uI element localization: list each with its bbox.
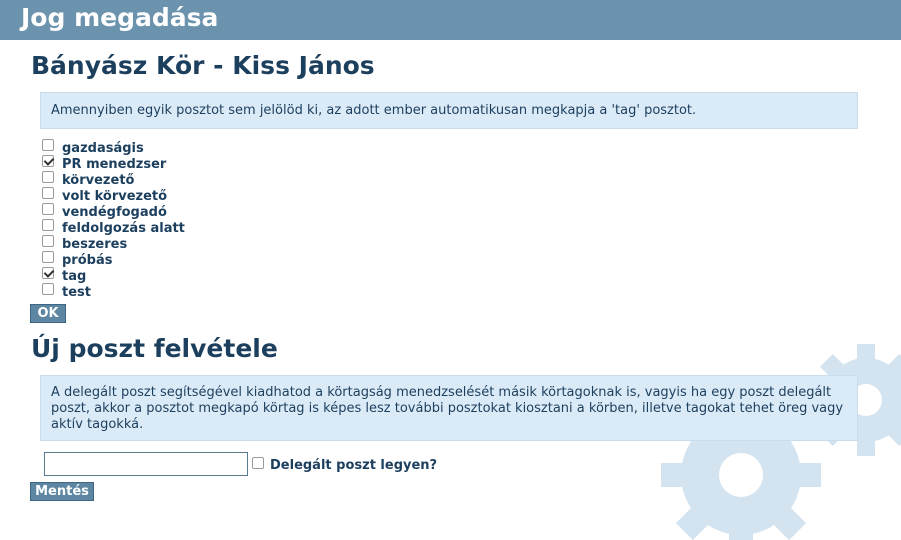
ok-button[interactable]: OK — [30, 304, 66, 323]
post-label: gazdaságis — [62, 141, 144, 156]
post-checkbox[interactable] — [42, 218, 54, 231]
posts-info-box: Amennyiben egyik posztot sem jelölöd ki,… — [40, 92, 858, 129]
post-checkbox[interactable] — [42, 266, 54, 279]
save-button[interactable]: Mentés — [30, 482, 94, 501]
main-content: Bányász Kör - Kiss János Amennyiben egyi… — [0, 40, 901, 540]
post-checkbox[interactable] — [42, 170, 54, 183]
post-row: próbás — [42, 250, 185, 268]
new-post-info-text: A delegált poszt segítségével kiadhatod … — [51, 385, 844, 432]
post-row: PR menedzser — [42, 154, 185, 172]
post-row: beszeres — [42, 234, 185, 252]
post-label: beszeres — [62, 237, 128, 252]
delegated-checkbox[interactable] — [252, 457, 264, 469]
post-row: volt körvezető — [42, 186, 185, 204]
new-post-name-input[interactable] — [44, 452, 248, 476]
post-row: körvezető — [42, 170, 185, 188]
post-label: PR menedzser — [62, 157, 167, 172]
post-label: volt körvezető — [62, 189, 168, 204]
post-label: test — [62, 285, 91, 300]
title-bar: Jog megadása — [0, 0, 901, 40]
post-label: körvezető — [62, 173, 135, 188]
post-row: tag — [42, 266, 185, 284]
new-post-heading: Új poszt felvétele — [31, 334, 278, 363]
post-label: vendégfogadó — [62, 205, 167, 220]
post-label: feldolgozás alatt — [62, 221, 185, 236]
post-checkbox[interactable] — [42, 186, 54, 199]
post-row: feldolgozás alatt — [42, 218, 185, 236]
post-checkbox[interactable] — [42, 250, 54, 263]
delegated-label: Delegált poszt legyen? — [270, 458, 438, 473]
post-checkbox[interactable] — [42, 234, 54, 247]
posts-info-text: Amennyiben egyik posztot sem jelölöd ki,… — [51, 103, 697, 118]
post-row: test — [42, 282, 185, 300]
post-row: gazdaságis — [42, 138, 185, 156]
post-checkbox[interactable] — [42, 202, 54, 215]
post-label: tag — [62, 269, 87, 284]
post-checkbox[interactable] — [42, 138, 54, 151]
post-label: próbás — [62, 253, 113, 268]
post-row: vendégfogadó — [42, 202, 185, 220]
post-checkbox[interactable] — [42, 154, 54, 167]
member-heading: Bányász Kör - Kiss János — [31, 51, 375, 80]
page-title: Jog megadása — [21, 3, 219, 32]
post-checkbox[interactable] — [42, 282, 54, 295]
posts-list: gazdaságis PR menedzser körvezető volt körv… — [42, 138, 185, 300]
new-post-info-box: A delegált poszt segítségével kiadhatod … — [40, 375, 858, 441]
